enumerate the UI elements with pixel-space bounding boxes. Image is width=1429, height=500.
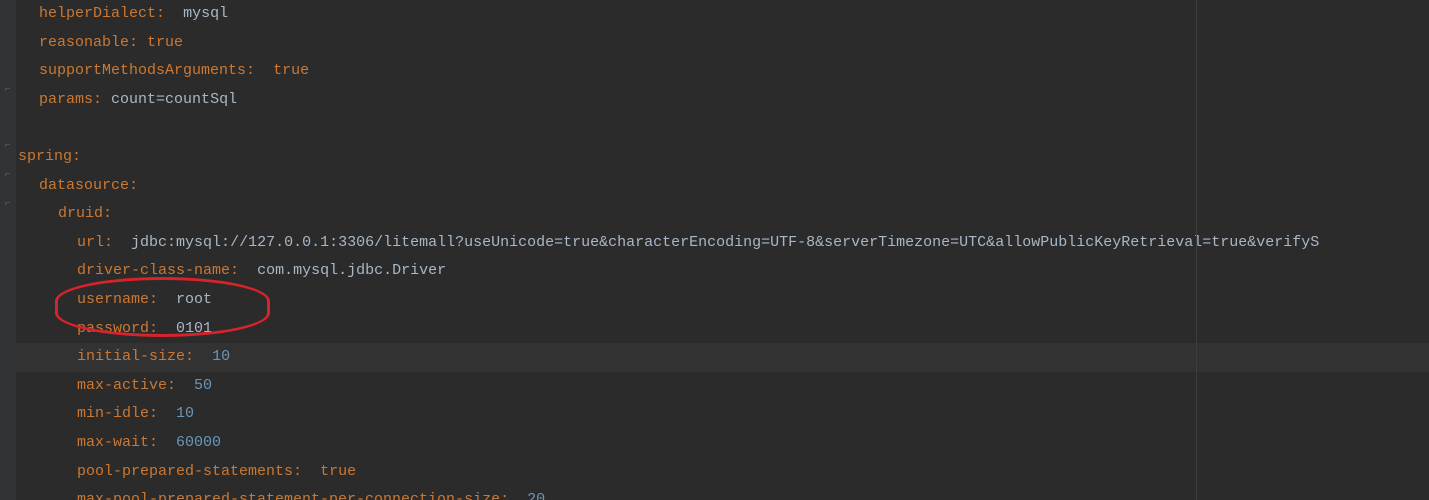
yaml-key: initial-size bbox=[77, 348, 185, 365]
colon: : bbox=[500, 491, 509, 500]
code-line[interactable] bbox=[16, 114, 1429, 143]
spacing bbox=[239, 262, 257, 279]
code-line[interactable]: params: count=countSql bbox=[16, 86, 1429, 115]
colon: : bbox=[129, 177, 138, 194]
code-line[interactable]: url: jdbc:mysql://127.0.0.1:3306/litemal… bbox=[16, 229, 1429, 258]
spacing bbox=[113, 234, 131, 251]
yaml-key: password bbox=[77, 320, 149, 337]
colon: : bbox=[129, 34, 138, 51]
yaml-value: jdbc:mysql://127.0.0.1:3306/litemall?use… bbox=[131, 234, 1319, 251]
code-line[interactable]: reasonable: true bbox=[16, 29, 1429, 58]
yaml-key: druid bbox=[58, 205, 103, 222]
code-line[interactable]: supportMethodsArguments: true bbox=[16, 57, 1429, 86]
right-margin-line bbox=[1196, 0, 1197, 500]
yaml-value: true bbox=[320, 463, 356, 480]
spacing bbox=[194, 348, 212, 365]
code-line[interactable]: max-active: 50 bbox=[16, 372, 1429, 401]
colon: : bbox=[293, 463, 302, 480]
code-area[interactable]: helperDialect: mysqlreasonable: truesupp… bbox=[16, 0, 1429, 500]
colon: : bbox=[149, 291, 158, 308]
fold-marker-icon[interactable]: ⌐ bbox=[2, 85, 13, 96]
code-line[interactable]: max-pool-prepared-statement-per-connecti… bbox=[16, 486, 1429, 500]
spacing bbox=[302, 463, 320, 480]
code-line[interactable]: username: root bbox=[16, 286, 1429, 315]
spacing bbox=[158, 405, 176, 422]
gutter: ⌐ ⌐ ⌐ ⌐ bbox=[0, 0, 16, 500]
spacing bbox=[165, 5, 183, 22]
code-line[interactable]: helperDialect: mysql bbox=[16, 0, 1429, 29]
colon: : bbox=[156, 5, 165, 22]
yaml-key: helperDialect bbox=[39, 5, 156, 22]
code-line[interactable]: druid: bbox=[16, 200, 1429, 229]
colon: : bbox=[185, 348, 194, 365]
code-line[interactable]: datasource: bbox=[16, 172, 1429, 201]
code-line[interactable]: min-idle: 10 bbox=[16, 400, 1429, 429]
fold-marker-icon[interactable]: ⌐ bbox=[2, 141, 13, 152]
code-line[interactable]: spring: bbox=[16, 143, 1429, 172]
code-editor[interactable]: ⌐⌐⌐⌐ helperDialect: mysqlreasonable: tru… bbox=[0, 0, 1429, 500]
colon: : bbox=[104, 234, 113, 251]
yaml-value: 50 bbox=[194, 377, 212, 394]
colon: : bbox=[103, 205, 112, 222]
colon: : bbox=[246, 62, 255, 79]
yaml-key: params bbox=[39, 91, 93, 108]
spacing bbox=[102, 91, 111, 108]
yaml-key: max-pool-prepared-statement-per-connecti… bbox=[77, 491, 500, 500]
yaml-value: 10 bbox=[212, 348, 230, 365]
spacing bbox=[176, 377, 194, 394]
code-line[interactable]: password: 0101 bbox=[16, 315, 1429, 344]
yaml-key: username bbox=[77, 291, 149, 308]
colon: : bbox=[167, 377, 176, 394]
yaml-value: 60000 bbox=[176, 434, 221, 451]
spacing bbox=[255, 62, 273, 79]
yaml-value: 20 bbox=[527, 491, 545, 500]
spacing bbox=[158, 434, 176, 451]
code-line[interactable]: pool-prepared-statements: true bbox=[16, 458, 1429, 487]
fold-marker-icon[interactable]: ⌐ bbox=[2, 199, 13, 210]
yaml-key: max-active bbox=[77, 377, 167, 394]
fold-marker-icon[interactable]: ⌐ bbox=[2, 170, 13, 181]
spacing bbox=[158, 291, 176, 308]
yaml-key: driver-class-name bbox=[77, 262, 230, 279]
colon: : bbox=[149, 405, 158, 422]
yaml-value: mysql bbox=[183, 5, 228, 22]
yaml-value: count=countSql bbox=[111, 91, 237, 108]
yaml-value: true bbox=[273, 62, 309, 79]
colon: : bbox=[72, 148, 81, 165]
yaml-key: min-idle bbox=[77, 405, 149, 422]
yaml-value: 10 bbox=[176, 405, 194, 422]
colon: : bbox=[149, 320, 158, 337]
yaml-value: 0101 bbox=[176, 320, 212, 337]
code-line[interactable]: initial-size: 10 bbox=[16, 343, 1429, 372]
yaml-key: spring bbox=[18, 148, 72, 165]
colon: : bbox=[149, 434, 158, 451]
yaml-key: url bbox=[77, 234, 104, 251]
code-line[interactable]: driver-class-name: com.mysql.jdbc.Driver bbox=[16, 257, 1429, 286]
spacing bbox=[138, 34, 147, 51]
yaml-key: pool-prepared-statements bbox=[77, 463, 293, 480]
yaml-value: root bbox=[176, 291, 212, 308]
yaml-key: supportMethodsArguments bbox=[39, 62, 246, 79]
spacing bbox=[158, 320, 176, 337]
colon: : bbox=[230, 262, 239, 279]
yaml-value: true bbox=[147, 34, 183, 51]
code-line[interactable]: max-wait: 60000 bbox=[16, 429, 1429, 458]
yaml-key: reasonable bbox=[39, 34, 129, 51]
colon: : bbox=[93, 91, 102, 108]
spacing bbox=[509, 491, 527, 500]
yaml-key: max-wait bbox=[77, 434, 149, 451]
yaml-key: datasource bbox=[39, 177, 129, 194]
yaml-value: com.mysql.jdbc.Driver bbox=[257, 262, 446, 279]
